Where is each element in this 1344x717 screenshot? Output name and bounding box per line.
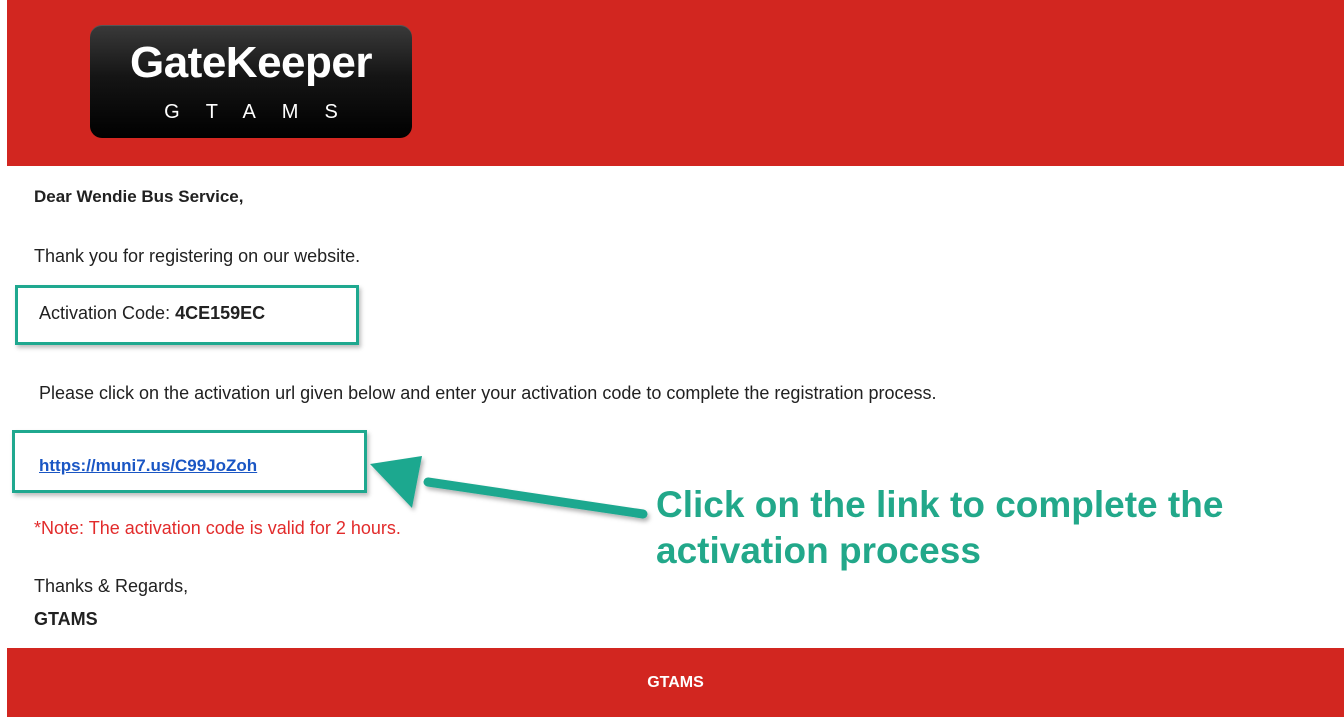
callout-line-1: Click on the link to complete the [656, 484, 1224, 525]
greeting-text: Dear Wendie Bus Service, [34, 187, 244, 206]
email-page: GateKeeper GTAMS Dear Wendie Bus Service… [0, 0, 1344, 717]
activation-code-label: Activation Code: [39, 303, 176, 323]
callout-line-2: activation process [656, 530, 981, 571]
activation-code-value: 4CE159EC [175, 303, 266, 323]
instruction-text: Please click on the activation url given… [39, 383, 937, 403]
thanks-text: Thank you for registering on our website… [34, 246, 361, 266]
left-margin [0, 0, 7, 717]
activation-code-line: Activation Code: 4CE159EC [39, 302, 265, 324]
regards-text: Thanks & Regards, [34, 576, 189, 596]
annotation-callout: Click on the link to complete the activa… [656, 482, 1296, 574]
signature-text: GTAMS [34, 609, 98, 629]
logo-title: GateKeeper [129, 38, 373, 87]
footer-text: GTAMS [647, 674, 704, 691]
validity-note: *Note: The activation code is valid for … [34, 518, 401, 538]
logo-subtitle: GTAMS [164, 101, 364, 123]
gatekeeper-logo: GateKeeper GTAMS [90, 25, 412, 138]
activation-link[interactable]: https://muni7.us/C99JoZoh [39, 455, 257, 477]
email-footer: GTAMS [7, 648, 1344, 717]
email-header: GateKeeper GTAMS [7, 0, 1344, 166]
callout-arrow-icon [370, 456, 648, 519]
